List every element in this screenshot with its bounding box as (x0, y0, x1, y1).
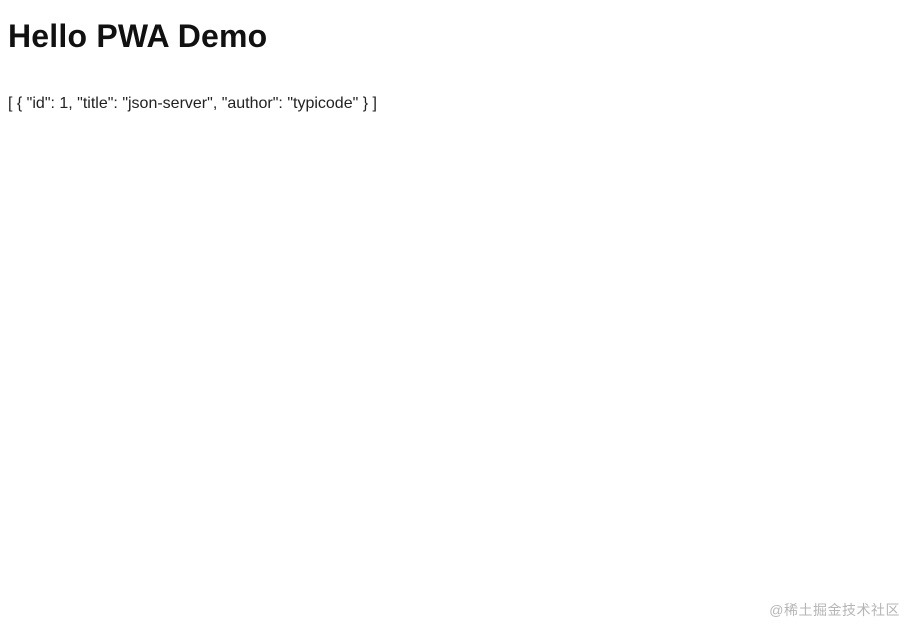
watermark-text: @稀土掘金技术社区 (769, 600, 900, 620)
page-title: Hello PWA Demo (8, 18, 918, 55)
json-output-text: [ { "id": 1, "title": "json-server", "au… (8, 95, 918, 113)
